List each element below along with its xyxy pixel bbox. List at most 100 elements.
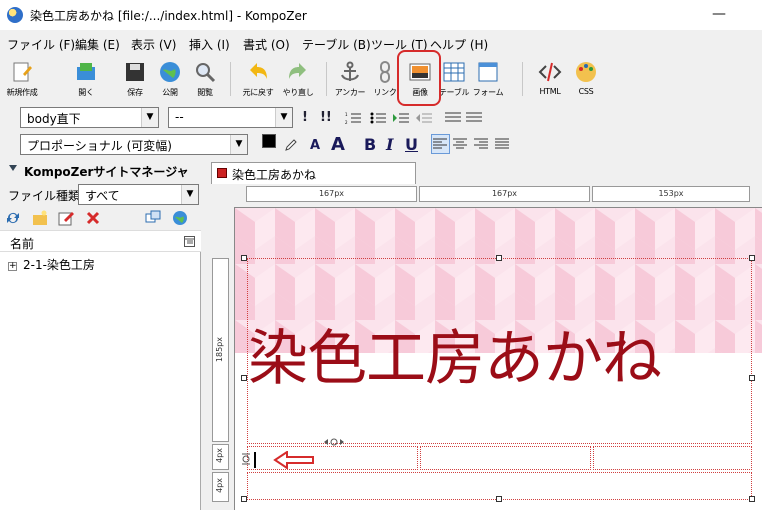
html-label: HTML [539, 87, 561, 96]
globe-icon[interactable] [172, 210, 188, 226]
column-ruler-3[interactable]: 153px [592, 186, 750, 202]
site-windows-icon[interactable] [145, 210, 161, 226]
tree-item[interactable]: +2-1-染色工房 [8, 256, 95, 273]
save-label: 保存 [127, 88, 143, 97]
html-button[interactable]: HTML [530, 60, 570, 100]
svg-text:2: 2 [345, 120, 348, 124]
outdent-icon[interactable] [416, 112, 432, 124]
css-label: CSS [578, 87, 594, 96]
toolbar-separator [326, 62, 327, 96]
bold-button[interactable]: B [364, 135, 376, 154]
chevron-down-icon: ▼ [230, 135, 247, 154]
indent-icon[interactable] [393, 112, 409, 124]
collapse-triangle-icon[interactable] [9, 165, 17, 171]
row-ruler-2-label: 4px [215, 448, 224, 463]
tree-item-label: 2-1-染色工房 [23, 258, 95, 272]
chevron-down-icon: ▼ [181, 185, 198, 204]
class-select[interactable]: -- ▼ [168, 107, 293, 128]
menu-insert[interactable]: 挿入 (I) [189, 36, 230, 53]
italic-button[interactable]: I [386, 135, 393, 154]
column-ruler-1[interactable]: 167px [246, 186, 417, 202]
refresh-icon[interactable] [5, 210, 21, 226]
column-ruler-2[interactable]: 167px [419, 186, 590, 202]
site-heading[interactable]: 染色工房あかね [248, 310, 662, 397]
resize-handle[interactable] [749, 375, 755, 381]
align-justify-icon[interactable] [495, 138, 509, 150]
numbered-list-icon[interactable]: 12 [345, 112, 361, 124]
save-button[interactable]: 保存 [115, 60, 155, 100]
column-picker-icon[interactable] [184, 236, 195, 247]
form-button[interactable]: フォーム [468, 60, 508, 100]
column-name-header[interactable]: 名前 [10, 235, 34, 252]
nav-cell-2[interactable] [420, 446, 591, 470]
menu-help[interactable]: ヘルプ (H) [430, 36, 488, 53]
bullet-list-icon[interactable] [370, 112, 386, 124]
highlight-pen-icon[interactable] [284, 138, 298, 152]
resize-handle[interactable] [749, 496, 755, 502]
paragraph-format-value: body直下 [27, 112, 81, 126]
resize-handle[interactable] [241, 255, 247, 261]
file-type-label: ファイル種類: [8, 189, 85, 203]
new-button[interactable]: 新規作成 [2, 60, 42, 100]
format-toolbar-1: body直下 ▼ -- ▼ ! !! 12 [0, 104, 762, 130]
align-menu-icon[interactable] [466, 112, 482, 124]
menu-table[interactable]: テーブル (B) [302, 36, 371, 53]
redo-label: やり直し [282, 88, 314, 97]
text-cursor [254, 452, 256, 468]
resize-handle[interactable] [496, 255, 502, 261]
redo-button[interactable]: やり直し [278, 60, 318, 100]
site-tree: +2-1-染色工房 [8, 256, 95, 273]
menu-edit[interactable]: 編集 (E) [75, 36, 120, 53]
font-smaller-button[interactable]: A [310, 138, 320, 153]
browse-button[interactable]: 閲覧 [185, 60, 225, 100]
document-tab[interactable]: 染色工房あかね [211, 162, 416, 184]
strong-button[interactable]: ! [302, 110, 308, 125]
menu-view[interactable]: 表示 (V) [131, 36, 176, 53]
chevron-down-icon: ▼ [141, 108, 158, 127]
paragraph-format-select[interactable]: body直下 ▼ [20, 107, 159, 128]
menu-format[interactable]: 書式 (O) [243, 36, 290, 53]
anchor-button[interactable]: アンカー [330, 60, 370, 100]
resize-handle[interactable] [496, 496, 502, 502]
emphasis-button[interactable]: !! [320, 110, 332, 125]
open-button[interactable]: 開く [66, 60, 106, 100]
align-center-icon[interactable] [453, 138, 467, 150]
resize-handle[interactable] [749, 255, 755, 261]
row-ruler-1[interactable]: 185px [212, 258, 229, 442]
file-type-select[interactable]: すべて ▼ [78, 184, 199, 205]
class-value: -- [175, 110, 184, 124]
font-select[interactable]: プロポーショナル (可変幅) ▼ [20, 134, 248, 155]
minimize-button[interactable]: — [712, 6, 726, 22]
row-ruler-3[interactable]: 4px [212, 472, 229, 502]
chevron-down-icon: ▼ [275, 108, 292, 127]
resize-handle[interactable] [241, 496, 247, 502]
file-type-value: すべて [85, 189, 120, 203]
cell-split-icon[interactable] [323, 438, 345, 446]
font-larger-button[interactable]: A [331, 134, 345, 155]
menu-bar: ファイル (F) 編集 (E) 表示 (V) 挿入 (I) 書式 (O) テーブ… [0, 30, 762, 56]
resize-handle[interactable] [241, 375, 247, 381]
row-split-icon[interactable] [241, 453, 251, 465]
align-block-icon[interactable] [445, 112, 461, 124]
browse-label: 閲覧 [197, 88, 213, 97]
toolbar-separator [522, 62, 523, 96]
menu-file[interactable]: ファイル (F) [7, 36, 75, 53]
align-left-icon[interactable] [433, 138, 447, 150]
publish-label: 公開 [162, 88, 178, 97]
delete-icon[interactable] [85, 210, 101, 226]
underline-button[interactable]: U [405, 135, 418, 154]
css-palette-icon [576, 62, 596, 82]
css-button[interactable]: CSS [566, 60, 606, 100]
edit-site-icon[interactable] [58, 210, 74, 226]
row-ruler-3-label: 4px [215, 478, 224, 493]
undo-button[interactable]: 元に戻す [238, 60, 278, 100]
text-color-swatch[interactable] [262, 134, 276, 148]
expand-plus-icon[interactable]: + [8, 262, 17, 271]
nav-cell-3[interactable] [593, 446, 752, 470]
align-right-icon[interactable] [474, 138, 488, 150]
new-folder-icon[interactable] [32, 210, 48, 226]
row-ruler-2[interactable]: 4px [212, 444, 229, 470]
site-manager-header[interactable]: KompoZerサイトマネージャ [0, 158, 201, 182]
publish-button[interactable]: 公開 [150, 60, 190, 100]
toolbar-separator [230, 62, 231, 96]
